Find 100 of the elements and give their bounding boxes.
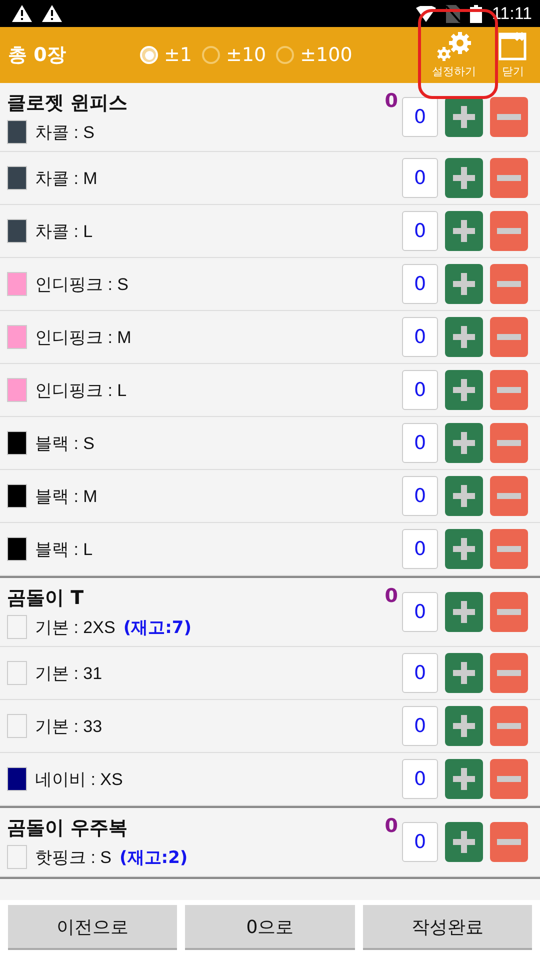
minus-button[interactable] (490, 476, 528, 516)
variant-label: 기본 : 33 (35, 716, 102, 738)
variant-label: 인디핑크 : L (35, 380, 127, 402)
count-field[interactable]: 0 (402, 317, 438, 357)
count-field[interactable]: 0 (402, 476, 438, 516)
plus-icon (453, 326, 475, 348)
group-total: 0 (384, 815, 398, 837)
plus-icon (453, 167, 475, 189)
plus-button[interactable] (445, 653, 483, 693)
count-field[interactable]: 0 (402, 759, 438, 799)
plus-icon (453, 432, 475, 454)
variant-label: 블랙 : S (35, 432, 95, 454)
plus-button[interactable] (445, 423, 483, 463)
total-count: 총 0장 (8, 43, 67, 68)
plus-button[interactable] (445, 592, 483, 632)
plus-button[interactable] (445, 317, 483, 357)
minus-button[interactable] (490, 211, 528, 251)
variant-label: 블랙 : L (35, 538, 93, 560)
plus-icon (453, 715, 475, 737)
count-field[interactable]: 0 (402, 97, 438, 137)
minus-icon (497, 114, 521, 120)
product-name: 클로젯 윈피스 (7, 91, 128, 116)
minus-icon (497, 609, 521, 615)
count-field[interactable]: 0 (402, 706, 438, 746)
product-name: 곰돌이 우주복 (7, 816, 128, 841)
plus-button[interactable] (445, 529, 483, 569)
minus-button[interactable] (490, 759, 528, 799)
minus-icon (497, 228, 521, 234)
variant-label: 인디핑크 : S (35, 274, 129, 296)
footer-button[interactable]: 0으로 (185, 905, 355, 950)
plus-icon (453, 106, 475, 128)
clock: 11:11 (492, 4, 532, 24)
plus-button[interactable] (445, 97, 483, 137)
plus-button[interactable] (445, 211, 483, 251)
plus-button[interactable] (445, 706, 483, 746)
minus-icon (497, 175, 521, 181)
stock-note: (재고:7) (123, 616, 192, 638)
minus-button[interactable] (490, 653, 528, 693)
count-field[interactable]: 0 (402, 264, 438, 304)
count-field[interactable]: 0 (402, 653, 438, 693)
minus-button[interactable] (490, 264, 528, 304)
minus-button[interactable] (490, 158, 528, 198)
minus-button[interactable] (490, 423, 528, 463)
count-field[interactable]: 0 (402, 592, 438, 632)
warning-icon (42, 5, 62, 22)
plus-button[interactable] (445, 759, 483, 799)
minus-icon (497, 839, 521, 845)
minus-button[interactable] (490, 592, 528, 632)
plus-button[interactable] (445, 158, 483, 198)
variant-label: 차콜 : M (35, 168, 98, 190)
count-field[interactable]: 0 (402, 370, 438, 410)
minus-button[interactable] (490, 97, 528, 137)
minus-button[interactable] (490, 529, 528, 569)
variant-label: 기본 : 2XS (35, 616, 116, 638)
variant-label: 차콜 : S (35, 122, 95, 144)
minus-icon (497, 440, 521, 446)
count-field[interactable]: 0 (402, 211, 438, 251)
plus-icon (453, 379, 475, 401)
count-field[interactable]: 0 (402, 822, 438, 862)
minus-icon (497, 670, 521, 676)
minus-button[interactable] (490, 317, 528, 357)
plus-icon (453, 831, 475, 853)
variant-label: 인디핑크 : M (35, 326, 132, 348)
warning-icon (12, 5, 32, 22)
wifi-icon (416, 6, 436, 22)
variant-label: 기본 : 31 (35, 662, 102, 684)
plus-icon (453, 220, 475, 242)
variant-label: 네이비 : XS (35, 768, 123, 790)
plus-icon (453, 273, 475, 295)
count-field[interactable]: 0 (402, 158, 438, 198)
plus-icon (453, 485, 475, 507)
plus-button[interactable] (445, 264, 483, 304)
plus-icon (453, 768, 475, 790)
minus-icon (497, 723, 521, 729)
plus-button[interactable] (445, 370, 483, 410)
group-total: 0 (384, 585, 398, 607)
close-window-icon (498, 31, 528, 61)
minus-icon (497, 493, 521, 499)
variant-label: 차콜 : L (35, 220, 93, 242)
footer-button[interactable]: 이전으로 (8, 905, 178, 950)
count-field[interactable]: 0 (402, 529, 438, 569)
gears-icon (434, 31, 474, 61)
plus-button[interactable] (445, 822, 483, 862)
variant-label: 블랙 : M (35, 486, 98, 508)
minus-button[interactable] (490, 370, 528, 410)
minus-icon (497, 387, 521, 393)
minus-button[interactable] (490, 706, 528, 746)
footer-button[interactable]: 작성완료 (362, 905, 532, 950)
minus-icon (497, 281, 521, 287)
count-field[interactable]: 0 (402, 423, 438, 463)
product-name: 곰돌이 T (7, 586, 84, 611)
minus-button[interactable] (490, 822, 528, 862)
plus-icon (453, 538, 475, 560)
plus-icon (453, 662, 475, 684)
minus-icon (497, 776, 521, 782)
plus-icon (453, 601, 475, 623)
plus-button[interactable] (445, 476, 483, 516)
variant-label: 핫핑크 : S (35, 846, 112, 868)
group-total: 0 (384, 90, 398, 112)
stock-note: (재고:2) (120, 846, 188, 868)
